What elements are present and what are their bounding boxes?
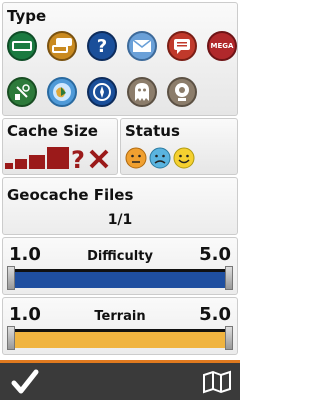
difficulty-min-handle[interactable] — [7, 266, 15, 290]
difficulty-max-handle[interactable] — [225, 266, 233, 290]
status-happy-face-icon — [173, 147, 195, 169]
wherigo-cache-icon[interactable] — [87, 77, 117, 107]
status-sad-face-icon — [149, 147, 171, 169]
status-panel: Status — [120, 118, 238, 175]
difficulty-max-value: 5.0 — [199, 244, 231, 265]
earthcache-icon[interactable] — [47, 77, 77, 107]
size-not-chosen-icon — [89, 149, 109, 169]
cache-size-panel: Cache Size ? — [2, 118, 118, 175]
cito-cache-icon[interactable] — [7, 77, 37, 107]
type-filter-panel: Type ? MEGA — [2, 2, 238, 116]
terrain-max-value: 5.0 — [199, 304, 231, 325]
size-unknown-icon: ? — [71, 146, 85, 171]
status-not-found-face-icon — [125, 147, 147, 169]
letterbox-cache-icon[interactable] — [127, 31, 157, 61]
virtual-cache-icon[interactable] — [127, 77, 157, 107]
terrain-max-handle[interactable] — [225, 326, 233, 350]
mega-event-icon[interactable]: MEGA — [207, 31, 237, 61]
checkmark-icon — [11, 369, 39, 394]
size-small-icon — [15, 159, 27, 169]
map-icon — [203, 370, 231, 394]
terrain-min-handle[interactable] — [7, 326, 15, 350]
terrain-range-panel: 1.0 Terrain 5.0 — [2, 297, 238, 355]
size-micro-icon — [5, 163, 13, 169]
status-title: Status — [125, 122, 180, 140]
bottom-toolbar — [0, 360, 240, 400]
geocache-files-count: 1/1 — [107, 212, 133, 228]
mystery-cache-icon[interactable]: ? — [87, 31, 117, 61]
cache-size-title: Cache Size — [7, 122, 98, 140]
event-cache-icon[interactable] — [167, 31, 197, 61]
confirm-button[interactable] — [8, 367, 42, 397]
mega-event-label: MEGA — [210, 42, 234, 50]
difficulty-range-panel: 1.0 Difficulty 5.0 — [2, 237, 238, 295]
type-title: Type — [7, 7, 47, 25]
webcam-cache-icon[interactable] — [167, 77, 197, 107]
difficulty-range-bar — [11, 269, 229, 288]
size-large-icon — [47, 147, 69, 169]
geocache-files-title: Geocache Files — [7, 186, 134, 204]
multi-cache-icon[interactable] — [47, 31, 77, 61]
geocache-files-panel[interactable]: Geocache Files 1/1 — [2, 177, 238, 235]
terrain-range-bar — [11, 329, 229, 348]
size-regular-icon — [29, 155, 45, 169]
map-button[interactable] — [200, 367, 234, 397]
traditional-cache-icon[interactable] — [7, 31, 37, 61]
